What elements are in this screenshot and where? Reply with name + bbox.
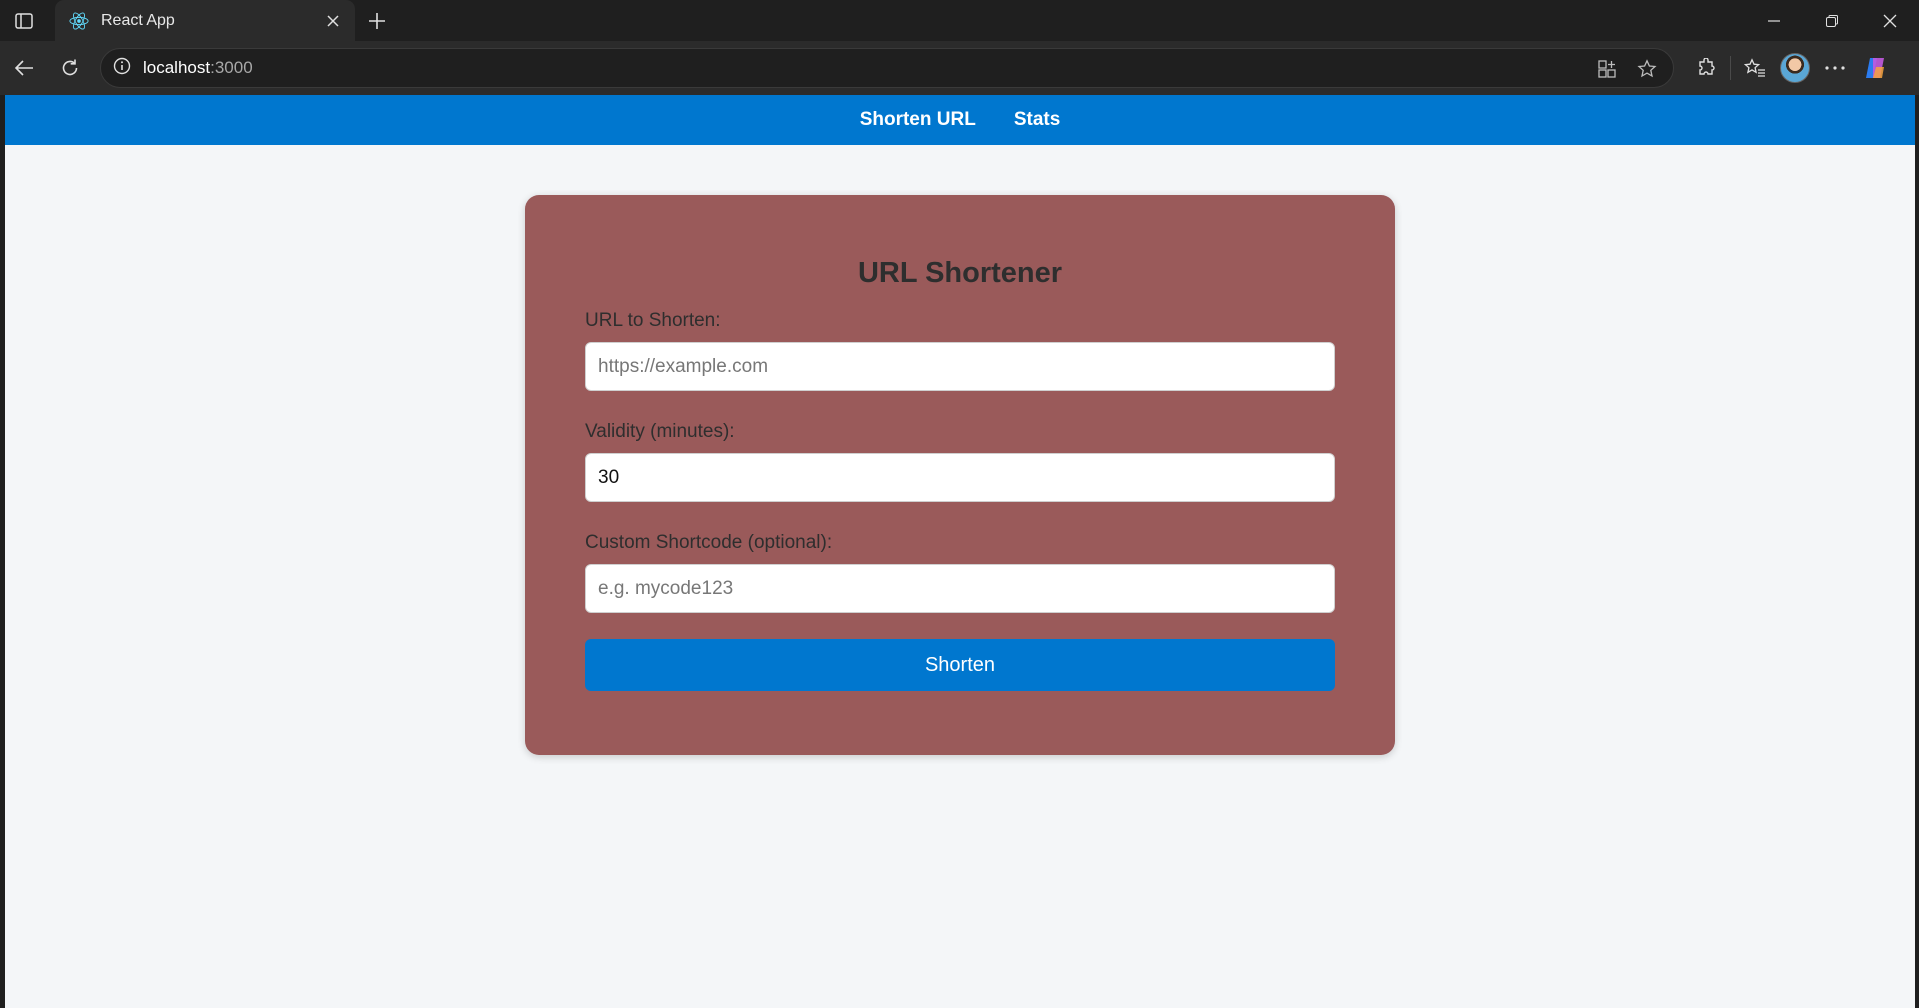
browser-tab[interactable]: React App — [55, 0, 355, 41]
page-title: URL Shortener — [857, 257, 1063, 289]
shorten-button[interactable]: Shorten — [585, 639, 1335, 691]
new-tab-icon[interactable] — [364, 8, 390, 34]
app-navbar: Shorten URL Stats — [5, 95, 1915, 145]
nav-link-stats[interactable]: Stats — [1014, 109, 1060, 131]
shortcode-input[interactable] — [585, 564, 1335, 613]
app-available-icon[interactable] — [1591, 53, 1623, 85]
restore-icon[interactable] — [1803, 0, 1861, 41]
validity-input[interactable] — [585, 453, 1335, 502]
tab-title: React App — [101, 11, 175, 29]
page-viewport: Shorten URL Stats URL Shortener URL to S… — [5, 95, 1915, 1008]
avatar — [1780, 53, 1810, 83]
close-tab-icon[interactable] — [323, 11, 343, 31]
more-options-icon[interactable] — [1815, 50, 1855, 86]
shortcode-label: Custom Shortcode (optional): — [585, 532, 833, 553]
site-info-icon[interactable] — [113, 57, 131, 80]
url-text: localhost:3000 — [143, 58, 253, 78]
url-host: localhost — [143, 58, 211, 77]
url-label: URL to Shorten: — [585, 310, 721, 331]
window-controls — [1745, 0, 1919, 41]
nav-link-shorten-url[interactable]: Shorten URL — [860, 109, 976, 131]
browser-toolbar: localhost:3000 — [0, 41, 1919, 95]
address-bar[interactable]: localhost:3000 — [100, 48, 1674, 88]
favorites-icon[interactable] — [1735, 50, 1775, 86]
url-port: :3000 — [210, 58, 253, 77]
back-arrow-icon[interactable] — [6, 50, 42, 86]
url-shortener-card: URL Shortener URL to Shorten: Validity (… — [525, 195, 1395, 755]
copilot-icon[interactable] — [1855, 50, 1895, 86]
url-input[interactable] — [585, 342, 1335, 391]
reload-icon[interactable] — [52, 50, 88, 86]
minimize-icon[interactable] — [1745, 0, 1803, 41]
browser-tab-bar: React App — [0, 0, 1919, 41]
validity-label: Validity (minutes): — [585, 421, 735, 442]
favorite-star-icon[interactable] — [1631, 53, 1663, 85]
toolbar-divider — [1730, 56, 1731, 80]
profile-avatar[interactable] — [1775, 50, 1815, 86]
extensions-icon[interactable] — [1686, 50, 1726, 86]
sidebar-toggle-icon[interactable] — [12, 10, 36, 32]
react-logo-icon — [69, 11, 89, 31]
close-window-icon[interactable] — [1861, 0, 1919, 41]
